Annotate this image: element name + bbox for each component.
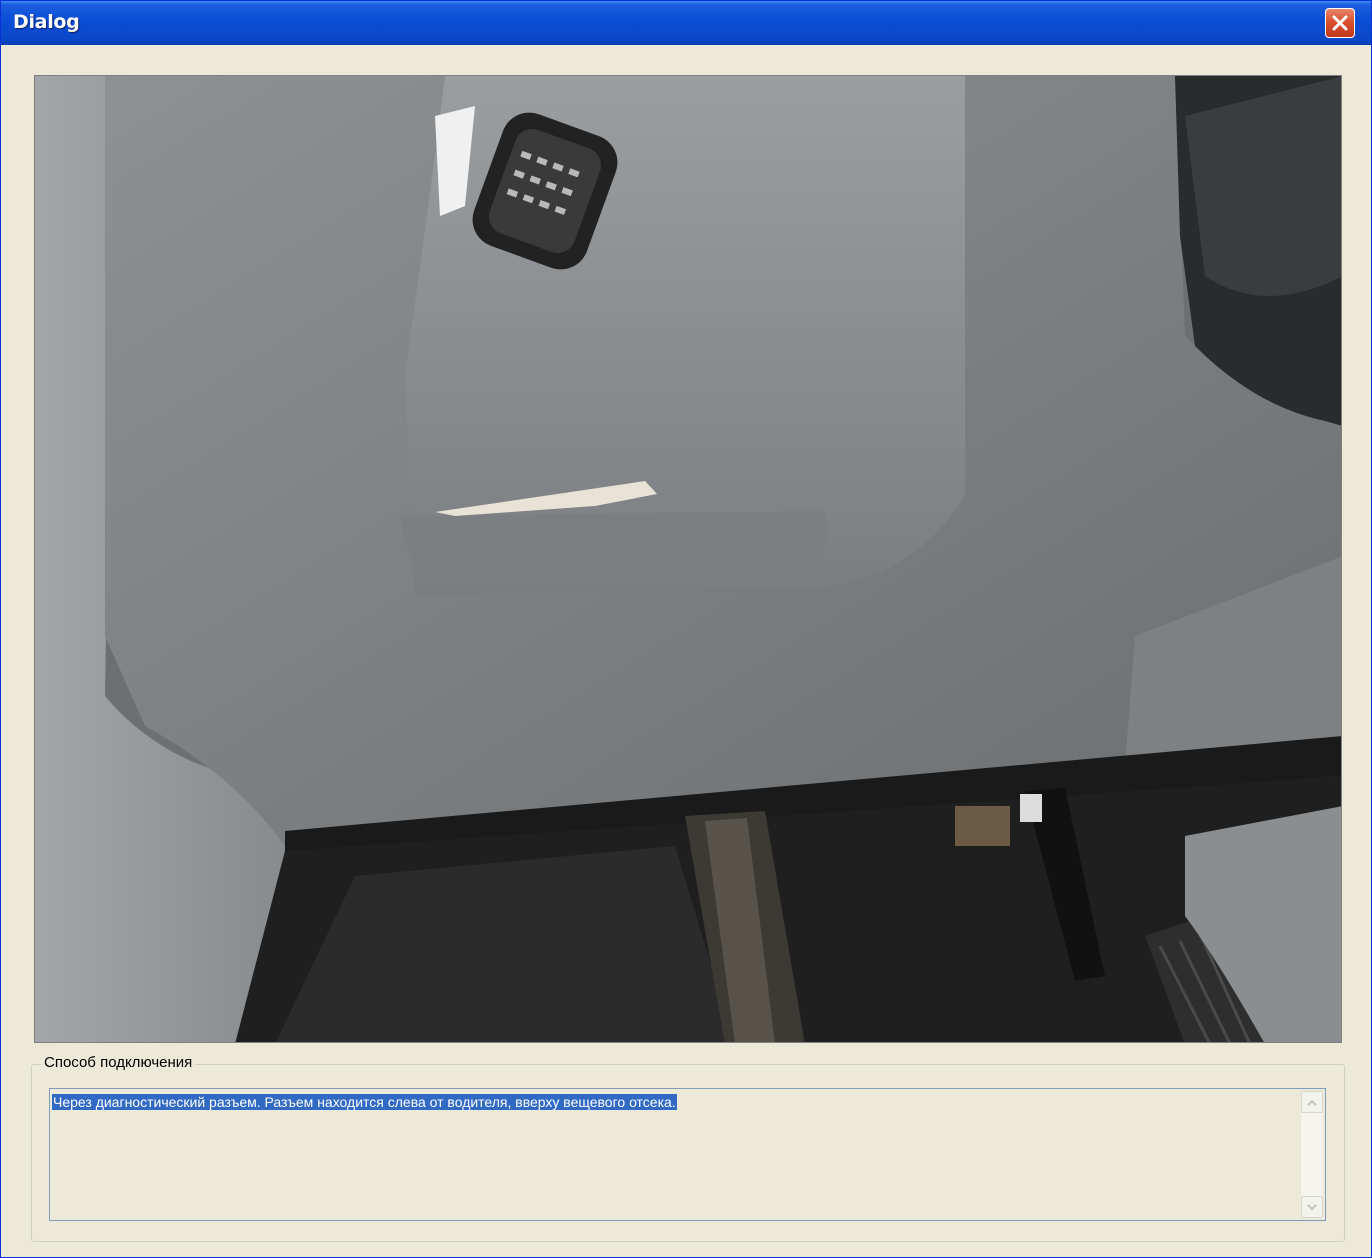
title-bar[interactable]: Dialog <box>1 1 1371 45</box>
close-icon <box>1332 15 1348 31</box>
dialog-window: Dialog Способ подключения Через диагност… <box>0 0 1372 1258</box>
car-footwell-photo <box>35 76 1341 1042</box>
connection-method-label: Способ подключения <box>41 1054 196 1071</box>
connection-description-textarea[interactable]: Через диагностический разъем. Разъем нах… <box>49 1088 1326 1221</box>
vertical-scrollbar[interactable] <box>1301 1091 1323 1218</box>
scroll-up-button[interactable] <box>1301 1091 1323 1113</box>
chevron-up-icon <box>1307 1099 1317 1106</box>
chevron-down-icon <box>1307 1204 1317 1211</box>
connector-location-photo <box>34 75 1342 1043</box>
window-title: Dialog <box>13 11 80 33</box>
scroll-down-button[interactable] <box>1301 1196 1323 1218</box>
connection-description-text: Через диагностический разъем. Разъем нах… <box>52 1094 677 1110</box>
close-button[interactable] <box>1325 8 1355 38</box>
